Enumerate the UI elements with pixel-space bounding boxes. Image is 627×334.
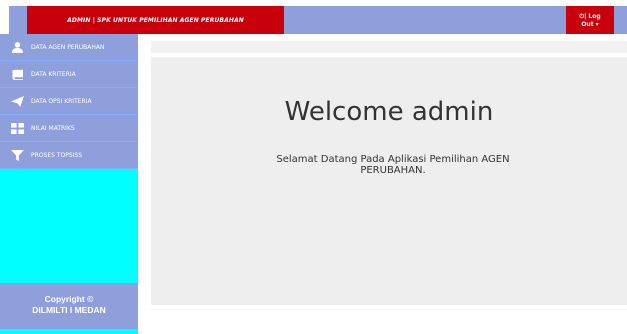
breadcrumb-bar xyxy=(151,41,627,53)
book-icon xyxy=(12,69,23,80)
sidebar-item-data-opsi-kriteria[interactable]: DATA OPSI KRITERIA xyxy=(0,88,138,115)
paper-plane-icon xyxy=(11,95,24,107)
welcome-panel: Welcome admin Selamat Datang Pada Aplika… xyxy=(151,57,627,305)
sidebar-item-data-kriteria[interactable]: DATA KRITERIA xyxy=(0,61,138,88)
sidebar-item-proses-topsiss[interactable]: PROSES TOPSISS xyxy=(0,142,138,169)
sidebar: DATA AGEN PERUBAHAN DATA KRITERIA DATA O… xyxy=(0,34,138,334)
user-icon xyxy=(12,41,23,53)
welcome-subtitle: Selamat Datang Pada Aplikasi Pemilihan A… xyxy=(276,154,510,176)
main-content: Welcome admin Selamat Datang Pada Aplika… xyxy=(138,34,627,334)
filter-icon xyxy=(11,149,24,161)
sidebar-item-label: DATA OPSI KRITERIA xyxy=(31,97,92,105)
footer-bar xyxy=(151,309,627,331)
page-title: Welcome admin xyxy=(284,97,494,127)
copyright-block: Copyright © DILMILTI I MEDAN xyxy=(0,283,138,329)
logout-button[interactable]: ⏻| Log Out ▾ xyxy=(566,6,614,34)
sidebar-item-data-agen-perubahan[interactable]: DATA AGEN PERUBAHAN xyxy=(0,34,138,61)
brand-title[interactable]: ADMIN | SPK UNTUK PEMILIHAN AGEN PERUBAH… xyxy=(27,6,284,34)
sidebar-item-nilai-matriks[interactable]: NILAI MATRIKS xyxy=(0,115,138,142)
sidebar-item-label: PROSES TOPSISS xyxy=(31,151,83,159)
th-large-icon xyxy=(11,122,24,134)
logout-label: ⏻| Log xyxy=(579,13,601,20)
logout-caret: Out ▾ xyxy=(581,21,599,28)
sidebar-nav: DATA AGEN PERUBAHAN DATA KRITERIA DATA O… xyxy=(0,34,138,169)
copyright-line: Copyright © xyxy=(44,294,94,304)
sidebar-item-label: DATA KRITERIA xyxy=(31,70,76,78)
sidebar-item-label: DATA AGEN PERUBAHAN xyxy=(31,43,105,51)
copyright-owner: DILMILTI I MEDAN xyxy=(32,305,106,315)
sidebar-item-label: NILAI MATRIKS xyxy=(31,124,75,132)
